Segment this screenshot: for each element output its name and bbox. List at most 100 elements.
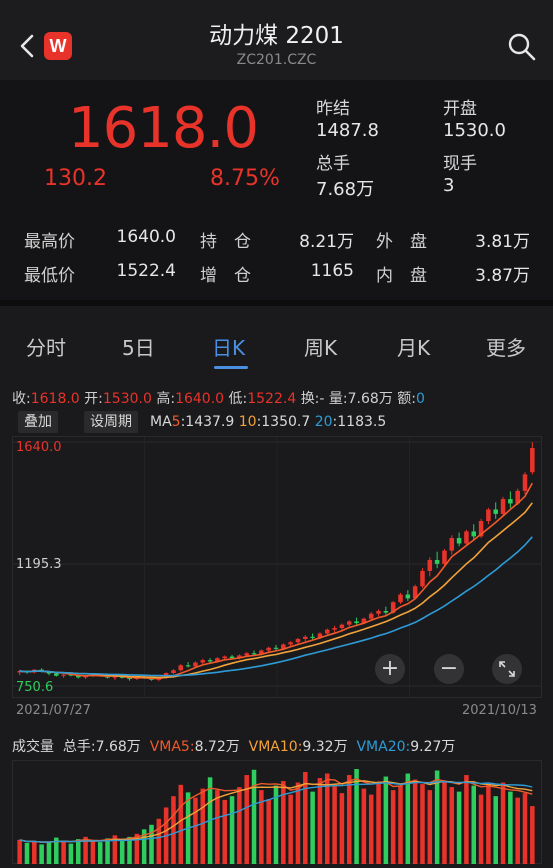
- tab-weekly-k[interactable]: 周K: [304, 332, 337, 361]
- volume-bar: [251, 769, 257, 864]
- overlay-button[interactable]: 叠加: [18, 411, 58, 433]
- volume-bar: [75, 839, 81, 864]
- vma10-value: 9.32万: [302, 739, 348, 755]
- tab-more[interactable]: 更多: [486, 332, 526, 361]
- tab-daily-k[interactable]: 日K: [212, 332, 245, 361]
- volume-bar: [515, 797, 520, 864]
- zoom-in-button[interactable]: +: [375, 654, 405, 684]
- ma-prefix: MA: [150, 414, 172, 430]
- open-value: 1530.0: [102, 391, 152, 407]
- low-label: 低:: [228, 391, 248, 407]
- volume-bar: [427, 790, 433, 864]
- volume-bar: [200, 788, 206, 864]
- volume-label: 总手: [316, 154, 350, 174]
- high-value: 1640.0: [175, 391, 225, 407]
- zoom-in-icon: +: [380, 656, 400, 681]
- volume-bar: [17, 839, 22, 864]
- outer-label: 外 盘: [376, 232, 427, 252]
- candle-body: [434, 559, 440, 564]
- volume-bar: [449, 787, 455, 864]
- tab-monthly-k[interactable]: 月K: [397, 332, 430, 361]
- volume-total-label: 总手:: [62, 739, 96, 755]
- candle-body: [222, 656, 228, 659]
- candle-body: [486, 509, 491, 522]
- volume-bar: [215, 790, 220, 864]
- open-value: 1530.0: [443, 120, 506, 141]
- candle-body: [185, 665, 191, 667]
- candle-body: [266, 647, 271, 651]
- page-title: 动力煤 2201: [209, 23, 344, 49]
- candle-body: [427, 559, 433, 571]
- ma20-label: 20: [314, 414, 333, 430]
- high-label: 高:: [156, 391, 176, 407]
- start-date: 2021/07/27: [16, 703, 91, 718]
- zoom-out-button[interactable]: −: [434, 654, 464, 684]
- volume-bar: [522, 793, 528, 864]
- volume-bar: [420, 784, 425, 864]
- volume-bar: [61, 840, 66, 864]
- close-label: 收:: [12, 391, 31, 407]
- tab-intraday[interactable]: 分时: [26, 332, 66, 361]
- prev-close-value: 1487.8: [316, 120, 379, 141]
- inner-value: 3.87万: [475, 266, 530, 286]
- candle-body: [178, 665, 184, 671]
- candle-body: [493, 509, 498, 514]
- candle-body: [295, 638, 301, 643]
- candle-body: [324, 629, 330, 634]
- kline-info: 收:1618.0 开:1530.0 高:1640.0 低:1522.4 换:- …: [12, 388, 425, 408]
- volume-bar: [478, 794, 484, 864]
- vma5-value: 8.72万: [194, 739, 240, 755]
- volume-bar: [332, 784, 337, 864]
- vol-value: 7.68万: [347, 391, 393, 407]
- vma10-label: VMA10:: [248, 739, 303, 755]
- axis-mid-label: 1195.3: [16, 557, 62, 572]
- axis-bottom-label: 750.6: [16, 680, 54, 695]
- volume-bar: [229, 796, 235, 864]
- candle-body: [200, 660, 206, 663]
- vma20-label: VMA20:: [356, 739, 411, 755]
- search-icon[interactable]: [505, 30, 539, 64]
- high-label: 最高价: [24, 232, 75, 252]
- volume-bar: [354, 769, 359, 864]
- candle-body: [500, 499, 506, 514]
- set-period-button[interactable]: 设周期: [84, 411, 138, 433]
- candle-body: [193, 662, 198, 667]
- tab-5day[interactable]: 5日: [122, 332, 155, 361]
- volume-bar: [390, 790, 396, 864]
- volume-bar: [310, 791, 315, 864]
- volume-bar: [156, 818, 162, 864]
- candle-body: [273, 647, 279, 649]
- volume-bar: [508, 791, 513, 864]
- volume-bar: [178, 784, 184, 864]
- expand-button[interactable]: [492, 654, 522, 684]
- candle-body: [244, 653, 249, 656]
- candle-body: [530, 448, 535, 473]
- candle-body: [346, 621, 352, 625]
- volume-bar: [317, 778, 323, 864]
- volume-bar: [434, 770, 440, 864]
- volume-bar: [149, 824, 154, 864]
- candle-body: [171, 670, 176, 673]
- period-tabs: 分时 5日 日K 周K 月K 更多: [0, 306, 553, 378]
- low-value: 1522.4: [247, 391, 297, 407]
- volume-chart[interactable]: [12, 760, 542, 864]
- volume-bar: [530, 806, 535, 864]
- volume-bar: [193, 797, 198, 864]
- volume-bar: [171, 796, 176, 864]
- volume-bar: [32, 841, 37, 864]
- candle-body: [54, 673, 59, 676]
- candle-body: [420, 570, 425, 587]
- turnover-label: 换:-: [300, 391, 325, 407]
- candle-body: [383, 610, 389, 613]
- volume-bar: [46, 842, 52, 864]
- volume-value: 7.68万: [316, 179, 375, 200]
- volume-bar: [493, 796, 498, 864]
- volume-bar: [237, 787, 242, 864]
- candle-body: [288, 642, 293, 645]
- volume-bar: [486, 784, 491, 864]
- ma5-value: :1437.9: [180, 414, 235, 430]
- volume-bar: [68, 843, 74, 864]
- end-date: 2021/10/13: [462, 703, 537, 718]
- instrument-code: ZC201.CZC: [236, 52, 317, 68]
- volume-bar: [303, 772, 308, 864]
